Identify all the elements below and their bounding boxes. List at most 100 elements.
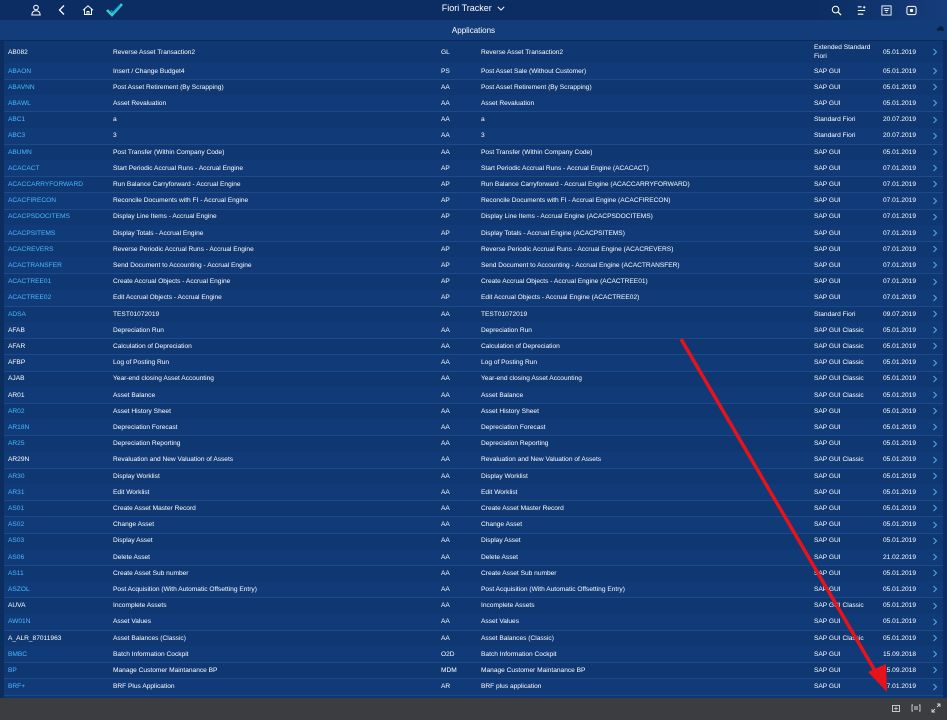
table-row[interactable]: AR18N Depreciation Forecast AA Depreciation… xyxy=(4,419,943,437)
chevron-right-icon[interactable] xyxy=(932,456,938,464)
app-code[interactable]: AR02 xyxy=(8,408,25,415)
table-row[interactable]: AJAB Year-end closing Asset Accounting AA Y… xyxy=(4,371,943,388)
table-row[interactable]: BMBC Batch Information Cockpit O2D Batch In… xyxy=(4,646,943,664)
app-code[interactable]: AR18N xyxy=(8,424,29,431)
app-code[interactable]: AR31 xyxy=(8,489,25,496)
list-icon[interactable] xyxy=(853,2,869,18)
table-row[interactable]: ABAON Insert / Change Budget4 PS Post Asset… xyxy=(4,63,943,80)
chevron-right-icon[interactable] xyxy=(932,521,938,529)
filter-icon[interactable] xyxy=(878,2,894,18)
chevron-right-icon[interactable] xyxy=(932,391,938,399)
table-row[interactable]: ACACACT Start Periodic Accrual Runs - Acc… xyxy=(4,160,943,178)
app-code[interactable]: ACACFIRECON xyxy=(8,197,56,204)
app-code[interactable]: AS01 xyxy=(8,505,24,512)
app-code[interactable]: AS11 xyxy=(8,570,24,577)
app-code[interactable]: ACACPSDOCITEMS xyxy=(8,213,70,220)
app-code[interactable]: AR25 xyxy=(8,440,25,447)
chevron-right-icon[interactable] xyxy=(932,116,938,124)
app-code[interactable]: ABC1 xyxy=(8,116,25,123)
chevron-right-icon[interactable] xyxy=(932,666,938,674)
table-row[interactable]: ABUMN Post Transfer (Within Company Code)… xyxy=(4,144,943,161)
app-code[interactable]: BRF+ xyxy=(8,683,25,690)
chevron-right-icon[interactable] xyxy=(932,585,938,593)
app-code[interactable]: ACACREVERS xyxy=(8,246,53,253)
table-row[interactable]: ACACREVERS Reverse Periodic Accrual Runs … xyxy=(4,241,943,259)
app-code[interactable]: AS03 xyxy=(8,537,24,544)
chevron-right-icon[interactable] xyxy=(932,407,938,415)
chevron-right-icon[interactable] xyxy=(932,67,938,75)
table-row[interactable]: ADSA TEST01072019 AA TEST01072019 Standard F… xyxy=(4,306,943,323)
chevron-right-icon[interactable] xyxy=(932,683,938,691)
table-row[interactable]: AB082 Reverse Asset Transaction2 GL Reverse… xyxy=(4,41,943,64)
table-row[interactable]: ACACFIRECON Reconcile Documents with FI -… xyxy=(4,192,943,210)
app-code[interactable]: ACACPSITEMS xyxy=(8,230,55,237)
app-code[interactable]: ABAWL xyxy=(8,100,31,107)
settings-icon[interactable] xyxy=(911,703,921,713)
table-row[interactable]: AFAB Depreciation Run AA Depreciation Run SA… xyxy=(4,322,943,340)
app-code[interactable]: ACACTRANSFER xyxy=(8,262,62,269)
table-row[interactable]: AS03 Display Asset AA Display Asset SAP GUI 0… xyxy=(4,533,943,550)
chevron-right-icon[interactable] xyxy=(932,375,938,383)
table-row[interactable]: AUVA Incomplete Assets AA Incomplete Assets… xyxy=(4,598,943,615)
chevron-right-icon[interactable] xyxy=(932,83,938,91)
table-row[interactable]: ACACTRANSFER Send Document to Accounting … xyxy=(4,257,943,275)
table-row[interactable]: ACACPSITEMS Display Totals - Accrual Engi… xyxy=(4,225,943,242)
table-row[interactable]: AS02 Change Asset AA Change Asset SAP GUI 05.… xyxy=(4,516,943,534)
table-row[interactable]: AFBP Log of Posting Run AA Log of Posting R… xyxy=(4,354,943,372)
table-row[interactable]: AW01N Asset Values AA Asset Values SAP GUI 05… xyxy=(4,613,943,631)
app-code[interactable]: ADSA xyxy=(8,311,26,318)
chevron-right-icon[interactable] xyxy=(932,553,938,561)
table-row[interactable]: ABC1 a AA a Standard Fiori 20.07.2019 xyxy=(4,112,943,129)
fullscreen-icon[interactable] xyxy=(931,703,941,713)
table-row[interactable]: ABC3 3 AA 3 Standard Fiori 20.07.2019 xyxy=(4,127,943,145)
chevron-right-icon[interactable] xyxy=(932,48,938,56)
table-row[interactable]: ACACCARRYFORWARD Run Balance Carryforward… xyxy=(4,176,943,194)
table-row[interactable]: BP Manage Customer Maintanance BP MDM Manag… xyxy=(4,662,943,680)
table-row[interactable]: A_ALR_87011963 Asset Balances (Classic) AA… xyxy=(4,630,943,647)
table-row[interactable]: AS11 Create Asset Sub number AA Create Asse… xyxy=(4,565,943,583)
app-code[interactable]: ABAON xyxy=(8,68,31,75)
chevron-right-icon[interactable] xyxy=(932,148,938,156)
chevron-right-icon[interactable] xyxy=(932,229,938,237)
table-row[interactable]: AR31 Edit Worklist AA Edit Worklist SAP GUI 0… xyxy=(4,484,943,502)
app-code[interactable]: AR30 xyxy=(8,473,25,480)
search-icon[interactable] xyxy=(828,2,844,18)
chevron-right-icon[interactable] xyxy=(932,602,938,610)
table-row[interactable]: AR02 Asset History Sheet AA Asset History S… xyxy=(4,403,943,421)
export-icon[interactable] xyxy=(891,703,901,713)
chevron-right-icon[interactable] xyxy=(932,197,938,205)
table-row[interactable]: ACACTREE01 Create Accrual Objects - Accru… xyxy=(4,274,943,291)
table-row[interactable]: AFAR Calculation of Depreciation AA Calcula… xyxy=(4,338,943,356)
chevron-right-icon[interactable] xyxy=(932,650,938,658)
chevron-right-icon[interactable] xyxy=(932,342,938,350)
chevron-right-icon[interactable] xyxy=(932,132,938,140)
app-code[interactable]: ABUMN xyxy=(8,149,32,156)
app-code[interactable]: AS06 xyxy=(8,554,24,561)
chevron-right-icon[interactable] xyxy=(932,634,938,642)
app-code[interactable]: ACACCARRYFORWARD xyxy=(8,181,83,188)
chevron-right-icon[interactable] xyxy=(932,294,938,302)
table-row[interactable]: AR29N Revaluation and New Valuation of As… xyxy=(4,451,943,469)
chevron-right-icon[interactable] xyxy=(932,472,938,480)
chevron-right-icon[interactable] xyxy=(932,245,938,253)
chevron-right-icon[interactable] xyxy=(932,504,938,512)
chevron-right-icon[interactable] xyxy=(932,261,938,269)
table-row[interactable]: ACACPSDOCITEMS Display Line Items - Accru… xyxy=(4,209,943,226)
table-row[interactable]: ABAWL Asset Revaluation AA Asset Revaluatio… xyxy=(4,95,943,113)
app-code[interactable]: AS02 xyxy=(8,521,24,528)
chevron-right-icon[interactable] xyxy=(932,310,938,318)
app-code[interactable]: ACACTREE02 xyxy=(8,294,51,301)
chevron-right-icon[interactable] xyxy=(932,359,938,367)
scrollbar[interactable] xyxy=(943,41,947,698)
app-code[interactable]: ABAVNN xyxy=(8,84,35,91)
app-code[interactable]: BP xyxy=(8,667,17,674)
notifications-icon[interactable] xyxy=(903,2,919,18)
table-row[interactable]: AS01 Create Asset Master Record AA Create A… xyxy=(4,500,943,518)
chevron-right-icon[interactable] xyxy=(932,278,938,286)
chevron-right-icon[interactable] xyxy=(932,180,938,188)
chevron-right-icon[interactable] xyxy=(932,488,938,496)
app-code[interactable]: BMBC xyxy=(8,651,27,658)
chevron-right-icon[interactable] xyxy=(932,537,938,545)
table-row[interactable]: AR01 Asset Balance AA Asset Balance SAP GUI … xyxy=(4,387,943,404)
table-row[interactable]: BRF+ BRF Plus Application AR BRF plus appli… xyxy=(4,678,943,696)
